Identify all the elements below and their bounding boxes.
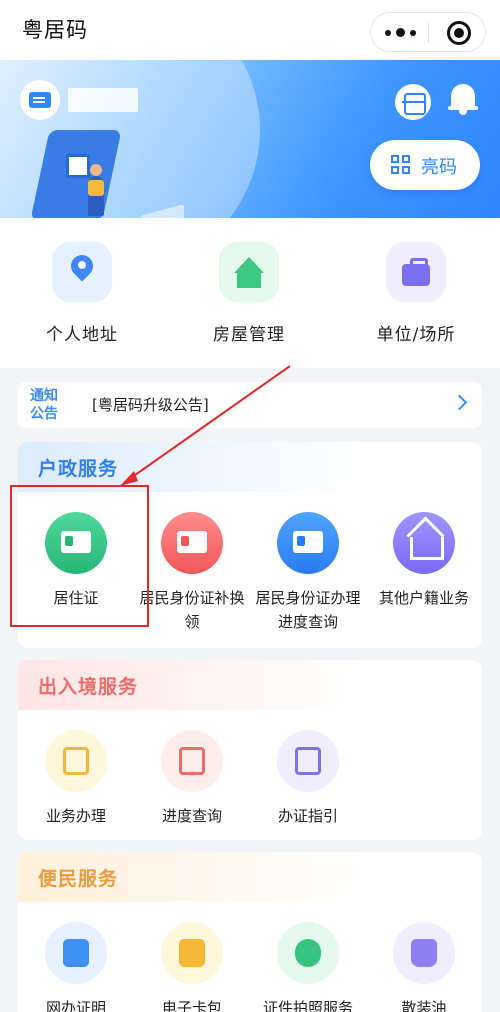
show-code-button[interactable]: 亮码: [370, 140, 480, 190]
service-label: 业务办理: [45, 807, 106, 825]
service-bulk-oil[interactable]: 散装油: [366, 922, 482, 1012]
id-card-progress-icon: [277, 512, 339, 574]
capsule-divider: [428, 23, 429, 43]
more-dots-icon[interactable]: [385, 25, 417, 41]
service-e-wallet[interactable]: 电子卡包: [134, 922, 250, 1012]
quick-label: 单位/场所: [376, 325, 456, 345]
service-id-card-progress[interactable]: 居民身份证办理进度查询: [250, 512, 366, 634]
quick-label: 房屋管理: [213, 325, 285, 345]
house-icon: [219, 242, 279, 302]
online-certificate-icon: [45, 922, 107, 984]
service-label: 其他户籍业务: [378, 589, 469, 607]
oil-bottle-icon: [393, 922, 455, 984]
masked-user-name: [68, 88, 138, 112]
document-tray-icon: [45, 730, 107, 792]
quick-actions: 个人地址 房屋管理 单位/场所: [0, 218, 500, 368]
card-header: 便民服务: [18, 852, 482, 902]
quick-unit-venue[interactable]: 单位/场所: [346, 242, 486, 345]
notice-text: [粤居码升级公告]: [92, 396, 209, 414]
card-title: 户政服务: [38, 458, 119, 480]
service-label: 网办证明: [45, 999, 106, 1012]
household-home-icon: [393, 512, 455, 574]
show-code-label: 亮码: [421, 157, 457, 178]
quick-house-management[interactable]: 房屋管理: [179, 242, 319, 345]
service-business-handling[interactable]: 业务办理: [18, 730, 134, 828]
wallet-icon: [161, 922, 223, 984]
app-title: 粤居码: [22, 18, 88, 42]
notice-bar[interactable]: 通知公告 [粤居码升级公告]: [18, 382, 482, 428]
id-card-renew-icon: [161, 512, 223, 574]
chevron-right-icon: [451, 394, 468, 411]
service-label: 居民身份证办理进度查询: [255, 589, 361, 631]
guide-list-icon: [277, 730, 339, 792]
camera-id-icon: [277, 922, 339, 984]
briefcase-icon: [386, 242, 446, 302]
notice-tag: 通知公告: [30, 388, 58, 422]
person-illustration: [88, 164, 104, 216]
service-progress-query[interactable]: 进度查询: [134, 730, 250, 828]
user-banner: 亮码: [0, 60, 500, 218]
service-guide[interactable]: 办证指引: [250, 730, 366, 828]
service-label: 办证指引: [277, 807, 338, 825]
card-title: 出入境服务: [38, 676, 139, 698]
target-close-icon[interactable]: [447, 21, 471, 45]
id-card-icon[interactable]: [20, 80, 60, 120]
annotation-highlight-box: [10, 485, 149, 627]
bianmin-service-card: 便民服务 网办证明 电子卡包 证件拍照服务 散装油: [18, 852, 482, 1012]
service-label: 居民身份证补换领: [139, 589, 245, 631]
quick-label: 个人地址: [46, 325, 118, 345]
document-x-icon: [161, 730, 223, 792]
service-label: 电子卡包: [161, 999, 222, 1012]
mini-program-capsule: [370, 12, 486, 52]
service-label: 散装油: [401, 999, 447, 1012]
service-other-household[interactable]: 其他户籍业务: [366, 512, 482, 610]
service-label: 证件拍照服务: [262, 999, 353, 1012]
churujing-service-card: 出入境服务 业务办理 进度查询 办证指引: [18, 660, 482, 840]
title-bar: 粤居码: [0, 0, 500, 60]
bell-icon[interactable]: [448, 80, 478, 116]
scan-icon[interactable]: [395, 84, 431, 120]
service-id-photo[interactable]: 证件拍照服务: [250, 922, 366, 1012]
service-online-certificate[interactable]: 网办证明: [18, 922, 134, 1012]
service-label: 进度查询: [161, 807, 222, 825]
qr-illustration: [66, 154, 90, 178]
location-pin-icon: [52, 242, 112, 302]
card-header: 出入境服务: [18, 660, 482, 710]
qr-code-icon: [391, 155, 411, 175]
card-title: 便民服务: [38, 868, 119, 890]
service-id-card-renew[interactable]: 居民身份证补换领: [134, 512, 250, 634]
quick-personal-address[interactable]: 个人地址: [12, 242, 152, 345]
